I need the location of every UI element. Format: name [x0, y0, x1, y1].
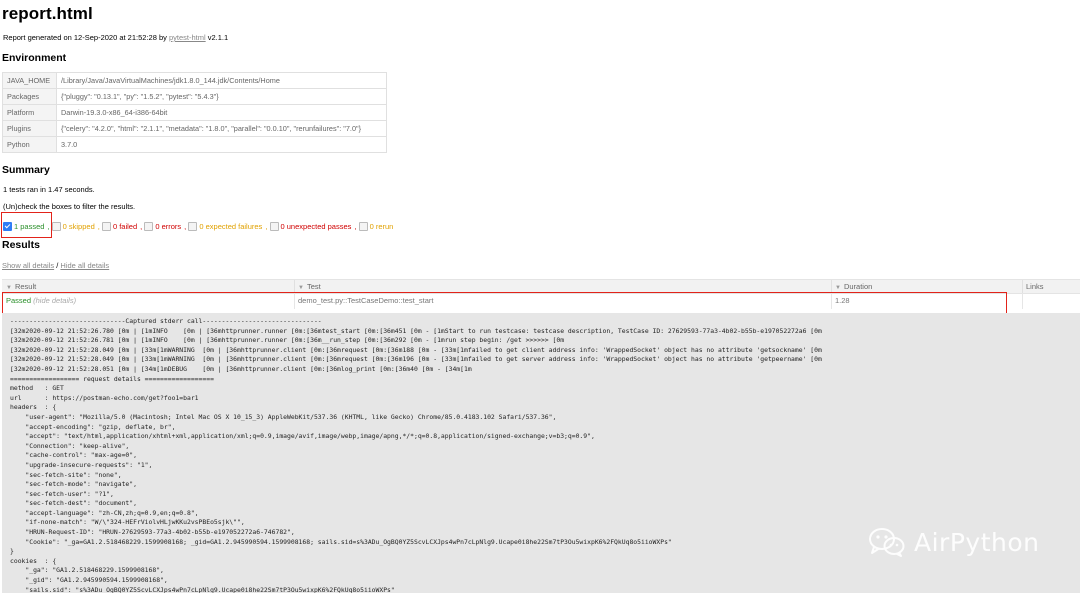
- env-row: Platform Darwin-19.3.0-x86_64-i386-64bit: [2, 104, 387, 121]
- env-key: JAVA_HOME: [2, 72, 57, 89]
- errors-checkbox[interactable]: [144, 221, 154, 231]
- env-row: Python 3.7.0: [2, 136, 387, 153]
- filter-label: 0 expected failures: [199, 221, 263, 231]
- filter-errors[interactable]: 0 errors: [144, 221, 182, 231]
- filter-expected-failures[interactable]: 0 expected failures: [188, 221, 263, 231]
- summary-heading: Summary: [2, 164, 50, 176]
- page-title: report.html: [2, 4, 93, 23]
- passed-highlight-box: [1, 212, 52, 238]
- filter-unexpected-passes[interactable]: 0 unexpected passes: [269, 221, 352, 231]
- env-value: {"celery": "4.2.0", "html": "2.1.1", "me…: [56, 120, 387, 137]
- env-key: Platform: [2, 104, 57, 121]
- env-key: Python: [2, 136, 57, 153]
- filter-label: 0 skipped: [62, 221, 95, 231]
- rerun-checkbox[interactable]: [358, 221, 368, 231]
- filter-label: 0 failed: [112, 221, 138, 231]
- sort-triangle-icon: ▼: [6, 285, 12, 291]
- env-row: Plugins {"celery": "4.2.0", "html": "2.1…: [2, 120, 387, 137]
- env-key: Packages: [2, 88, 57, 105]
- unexpected-passes-checkbox[interactable]: [269, 221, 279, 231]
- generated-version: v2.1.1: [207, 33, 229, 42]
- environment-heading: Environment: [2, 52, 67, 64]
- details-toggle: Show all details / Hide all details: [2, 261, 109, 270]
- expected-failures-checkbox[interactable]: [188, 221, 198, 231]
- wechat-icon: [869, 528, 905, 557]
- filter-label: 0 rerun: [369, 221, 394, 231]
- filter-label: 0 unexpected passes: [280, 221, 352, 231]
- env-row: Packages {"pluggy": "0.13.1", "py": "1.5…: [2, 88, 387, 105]
- results-heading: Results: [2, 239, 40, 251]
- details-separator: /: [56, 261, 59, 270]
- airpython-watermark: AirPython: [868, 525, 1039, 559]
- report-page: report.html Report generated on 12-Sep-2…: [0, 0, 1080, 593]
- filter-skipped[interactable]: 0 skipped: [51, 221, 95, 231]
- env-value: {"pluggy": "0.13.1", "py": "1.5.2", "pyt…: [56, 88, 387, 105]
- filter-rerun[interactable]: 0 rerun: [358, 221, 394, 231]
- skipped-checkbox[interactable]: [51, 221, 61, 231]
- filter-label: 0 errors: [155, 221, 182, 231]
- environment-table: JAVA_HOME /Library/Java/JavaVirtualMachi…: [2, 72, 387, 153]
- tests-ran-text: 1 tests ran in 1.47 seconds.: [3, 185, 95, 194]
- failed-checkbox[interactable]: [101, 221, 111, 231]
- env-value: 3.7.0: [56, 136, 387, 153]
- hide-all-details-link[interactable]: Hide all details: [60, 261, 109, 270]
- env-key: Plugins: [2, 120, 57, 137]
- env-value: Darwin-19.3.0-x86_64-i386-64bit: [56, 104, 387, 121]
- sort-triangle-icon: ▼: [835, 285, 841, 291]
- generated-text: Report generated on 12-Sep-2020 at 21:52…: [3, 33, 167, 42]
- result-row-highlight-box: [2, 292, 1007, 314]
- watermark-text: AirPython: [914, 527, 1040, 557]
- env-row: JAVA_HOME /Library/Java/JavaVirtualMachi…: [2, 72, 387, 89]
- show-all-details-link[interactable]: Show all details: [2, 261, 54, 270]
- col-links[interactable]: Links: [1026, 280, 1044, 293]
- report-generated-line: Report generated on 12-Sep-2020 at 21:52…: [3, 33, 228, 42]
- env-value: /Library/Java/JavaVirtualMachines/jdk1.8…: [56, 72, 387, 89]
- filter-hint-text: (Un)check the boxes to filter the result…: [3, 202, 136, 211]
- result-filters: 1 passed , 0 skipped , 0 failed , 0 erro…: [3, 220, 396, 232]
- filter-failed[interactable]: 0 failed: [101, 221, 138, 231]
- pytest-html-link[interactable]: pytest-html: [169, 33, 206, 42]
- sort-triangle-icon: ▼: [298, 285, 304, 291]
